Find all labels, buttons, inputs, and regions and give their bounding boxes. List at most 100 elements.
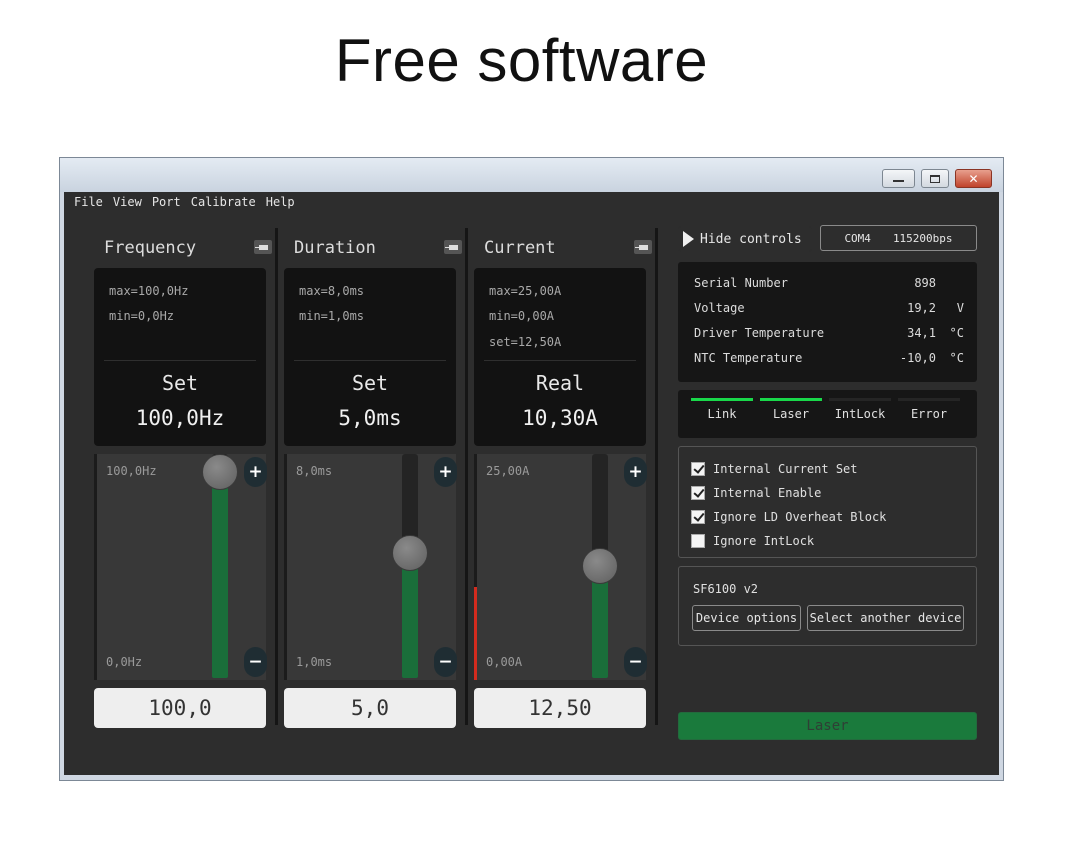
info-value: 100,0Hz <box>135 406 225 430</box>
indicator-label: Link <box>707 407 737 421</box>
panel-title: Duration <box>294 238 376 258</box>
slider-max-label: 25,00A <box>486 464 530 478</box>
slider-min-label: 1,0ms <box>296 655 333 669</box>
status-label: Driver Temperature <box>694 326 825 340</box>
indicator-light <box>829 398 891 401</box>
checkbox[interactable] <box>691 462 705 476</box>
actual-value-bar <box>474 586 477 680</box>
indicator-laser: Laser <box>759 398 823 421</box>
status-value: 19,2 <box>907 301 936 315</box>
slide-title: Free software <box>334 27 709 94</box>
minimize-button[interactable] <box>882 169 915 188</box>
indicator-box: Link Laser IntLock Error <box>678 390 977 438</box>
laser-button[interactable]: Laser <box>678 712 977 740</box>
info-min: min=0,00A <box>489 309 555 323</box>
option-label: Ignore LD Overheat Block <box>713 510 887 524</box>
current-value-field[interactable]: 12,50 <box>474 688 646 728</box>
option-ignore-ld-overheat[interactable]: Ignore LD Overheat Block <box>691 509 886 525</box>
info-value: 10,30A <box>522 406 598 430</box>
indicator-label: Laser <box>772 407 810 421</box>
menu-calibrate[interactable]: Calibrate <box>191 195 256 209</box>
option-internal-enable[interactable]: Internal Enable <box>691 485 821 501</box>
indicator-intlock: IntLock <box>828 398 892 421</box>
slider-fill <box>402 552 418 678</box>
increment-button[interactable]: + <box>434 457 457 487</box>
checkbox[interactable] <box>691 486 705 500</box>
status-value: -10,0 <box>899 351 936 365</box>
status-row-serial: Serial Number 898 <box>694 276 964 292</box>
info-mode: Set <box>351 371 389 395</box>
menu-bar: File View Port Calibrate Help <box>74 195 295 209</box>
frequency-info-box: max=100,0Hz min=0,0Hz Set 100,0Hz <box>94 268 266 446</box>
info-max: max=25,00A <box>489 284 562 298</box>
info-set: set=12,50A <box>489 335 562 349</box>
pin-icon[interactable] <box>254 240 272 254</box>
slider-thumb[interactable] <box>202 454 238 490</box>
maximize-icon <box>930 174 940 183</box>
divider <box>104 360 256 361</box>
indicator-label: IntLock <box>834 407 886 421</box>
hide-controls-button[interactable]: Hide controls <box>678 226 812 252</box>
divider <box>484 360 636 361</box>
slider-thumb[interactable] <box>582 548 618 584</box>
status-label: NTC Temperature <box>694 351 803 365</box>
increment-button[interactable]: + <box>624 457 647 487</box>
menu-help[interactable]: Help <box>266 195 295 209</box>
option-ignore-intlock[interactable]: Ignore IntLock <box>691 533 814 549</box>
device-name: SF6100 v2 <box>693 582 759 596</box>
checkbox[interactable] <box>691 510 705 524</box>
status-row-ntc-temp: NTC Temperature -10,0 °C <box>694 351 964 367</box>
option-label: Internal Enable <box>713 486 822 500</box>
indicator-error: Error <box>897 398 961 421</box>
title-bar[interactable]: ✕ <box>60 158 1003 192</box>
indicator-label: Error <box>910 407 948 421</box>
duration-value-field[interactable]: 5,0 <box>284 688 456 728</box>
port-button[interactable]: COM4 115200bps <box>820 225 977 251</box>
baud-label: 115200bps <box>892 231 953 245</box>
port-label: COM4 <box>844 231 871 245</box>
decrement-button[interactable]: − <box>434 647 457 677</box>
status-label: Serial Number <box>694 276 788 290</box>
slider-max-label: 8,0ms <box>296 464 333 478</box>
frequency-panel: Frequency max=100,0Hz min=0,0Hz Set 100,… <box>94 230 284 760</box>
menu-view[interactable]: View <box>113 195 142 209</box>
play-icon <box>683 231 694 247</box>
status-box: Serial Number 898 Voltage 19,2 V Driver … <box>678 262 977 382</box>
checkbox[interactable] <box>691 534 705 548</box>
current-info-box: max=25,00A min=0,00A set=12,50A Real 10,… <box>474 268 646 446</box>
indicator-light <box>760 398 822 401</box>
slider-thumb[interactable] <box>392 534 428 571</box>
decrement-button[interactable]: − <box>624 647 647 677</box>
panel-title: Frequency <box>104 238 197 258</box>
device-box: SF6100 v2 Device options Select another … <box>678 566 977 646</box>
menu-file[interactable]: File <box>74 195 103 209</box>
frequency-value-field[interactable]: 100,0 <box>94 688 266 728</box>
info-mode: Real <box>535 371 585 395</box>
indicator-link: Link <box>690 398 754 421</box>
pin-icon[interactable] <box>444 240 462 254</box>
option-label: Internal Current Set <box>713 462 858 476</box>
duration-info-box: max=8,0ms min=1,0ms Set 5,0ms <box>284 268 456 446</box>
slider-fill <box>212 472 228 678</box>
select-device-button[interactable]: Select another device <box>807 605 964 631</box>
menu-port[interactable]: Port <box>152 195 181 209</box>
panel-divider <box>465 228 468 725</box>
status-label: Voltage <box>694 301 745 315</box>
device-options-button[interactable]: Device options <box>692 605 801 631</box>
current-panel: Current max=25,00A min=0,00A set=12,50A … <box>474 230 664 760</box>
actual-value-bar <box>284 454 287 680</box>
panel-divider <box>655 228 658 725</box>
decrement-button[interactable]: − <box>244 647 267 677</box>
close-button[interactable]: ✕ <box>955 169 992 188</box>
close-icon: ✕ <box>968 171 979 186</box>
client-area: File View Port Calibrate Help Frequency … <box>64 192 999 775</box>
info-mode: Set <box>161 371 199 395</box>
slider-min-label: 0,0Hz <box>106 655 143 669</box>
pin-icon[interactable] <box>634 240 652 254</box>
slider-max-label: 100,0Hz <box>106 464 157 478</box>
panel-title: Current <box>484 238 556 258</box>
option-internal-current-set[interactable]: Internal Current Set <box>691 461 858 477</box>
status-row-driver-temp: Driver Temperature 34,1 °C <box>694 326 964 342</box>
increment-button[interactable]: + <box>244 457 267 487</box>
maximize-button[interactable] <box>921 169 949 188</box>
